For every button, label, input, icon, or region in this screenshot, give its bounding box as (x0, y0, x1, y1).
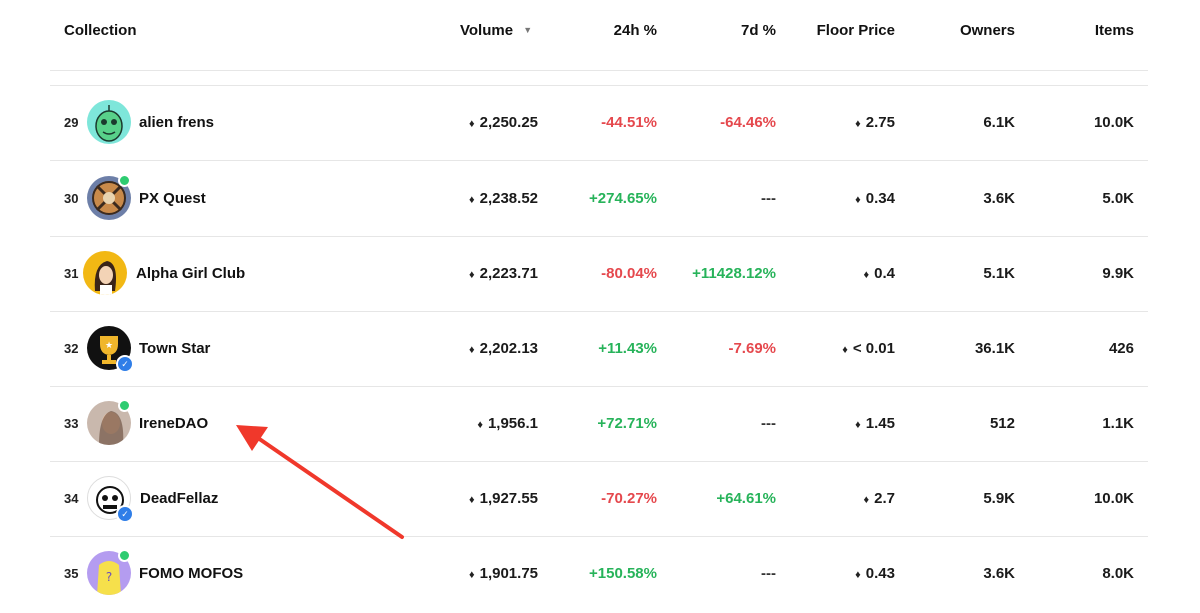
annotation-arrow-icon (236, 425, 404, 539)
